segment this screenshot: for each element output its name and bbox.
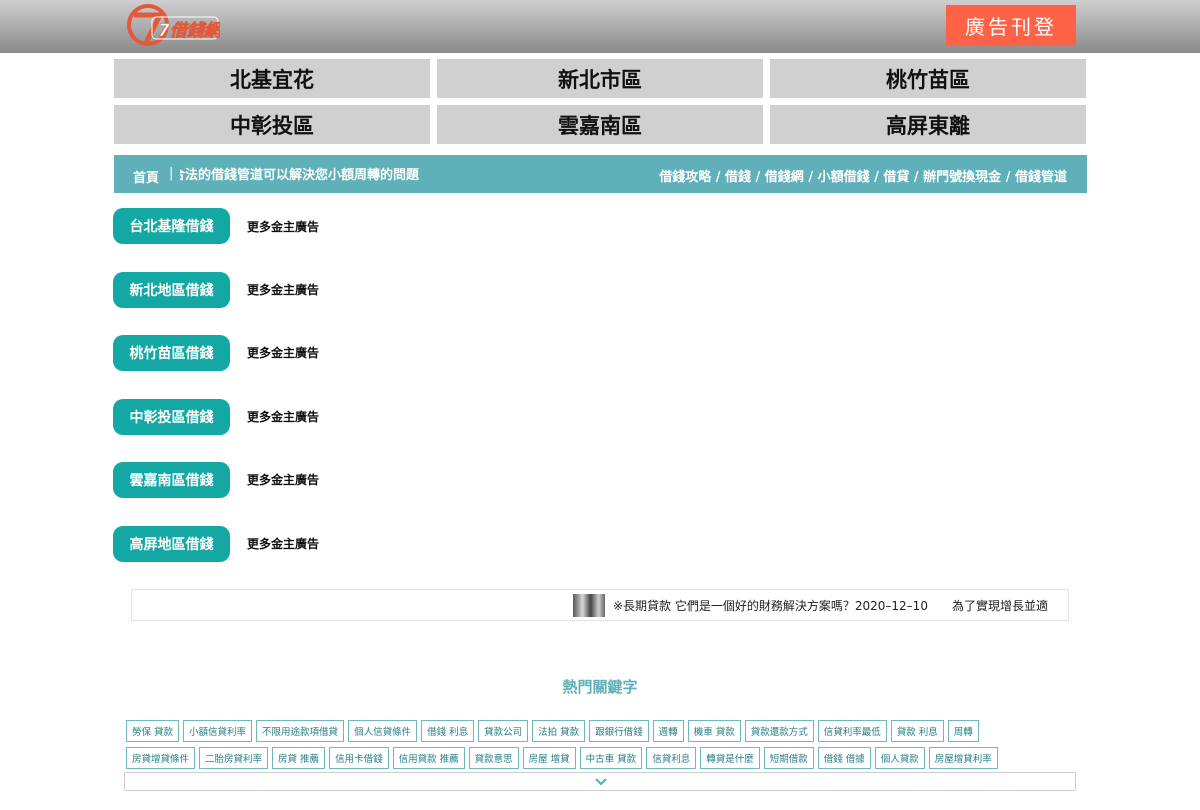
keyword-tag[interactable]: 房屋 增貸 <box>522 747 576 769</box>
keyword-tag[interactable]: 貸款 利息 <box>890 720 944 742</box>
more-ads-link[interactable]: 更多金主廣告 <box>247 471 319 488</box>
more-ads-link[interactable]: 更多金主廣告 <box>247 218 319 235</box>
region-tab-kaohsiung-pingtung-east[interactable]: 高屏東離 <box>770 105 1086 144</box>
keyword-tag[interactable]: 個人貸款 <box>874 747 925 769</box>
breadcrumb-nav-bar: 首頁 | 合法的借錢管道可以解決您小額周轉的問題 借錢攻略 / 借錢 / 借錢網… <box>114 155 1087 193</box>
marquee-text: 合法的借錢管道可以解決您小額周轉的問題 <box>180 168 420 183</box>
region-tab-taoyuan-hsinchu-miaoli[interactable]: 桃竹苗區 <box>770 59 1086 98</box>
top-header-bar: 7借錢網 廣告刊登 <box>0 0 1200 53</box>
category-button-taichung-changhua-nantou[interactable]: 中彰投區借錢 <box>113 399 230 435</box>
nav-separator: | <box>169 166 174 181</box>
keyword-breadcrumbs[interactable]: 借錢攻略 / 借錢 / 借錢網 / 小額借錢 / 借貸 / 辦門號換現金 / 借… <box>659 166 1067 185</box>
region-tab-north-keelung[interactable]: 北基宜花 <box>114 59 430 98</box>
more-ads-link[interactable]: 更多金主廣告 <box>247 344 319 361</box>
keyword-tag[interactable]: 貸款公司 <box>478 720 529 742</box>
keyword-row: 房貸增貸條件 二胎房貸利率 房貸 推薦 信用卡借錢 信用貸款 推薦 貸款意思 房屋 增貸 中古… <box>126 747 998 769</box>
keyword-tag[interactable]: 週轉 <box>652 720 684 742</box>
more-ads-link[interactable]: 更多金主廣告 <box>247 535 319 552</box>
home-link[interactable]: 首頁 <box>133 167 159 186</box>
keyword-tag[interactable]: 跟銀行借錢 <box>589 720 649 742</box>
keyword-tag[interactable]: 信貸利息 <box>646 747 697 769</box>
expand-keywords-button[interactable] <box>124 772 1076 791</box>
category-button-taoyuan-hsinchu-miaoli[interactable]: 桃竹苗區借錢 <box>113 335 230 371</box>
keyword-tag[interactable]: 機車 貸款 <box>687 720 741 742</box>
region-tab-yunlin-chiayi-tainan[interactable]: 雲嘉南區 <box>437 105 763 144</box>
more-ads-link[interactable]: 更多金主廣告 <box>247 408 319 425</box>
keyword-tag[interactable]: 個人信貸條件 <box>348 720 418 742</box>
keyword-tag[interactable]: 借錢 利息 <box>421 720 475 742</box>
category-button-taipei-keelung[interactable]: 台北基隆借錢 <box>113 208 230 244</box>
category-button-new-taipei[interactable]: 新北地區借錢 <box>113 272 230 308</box>
keyword-tag[interactable]: 轉貸是什麼 <box>700 747 760 769</box>
chevron-down-icon <box>595 778 607 786</box>
keyword-tag[interactable]: 房貸增貸條件 <box>126 747 196 769</box>
category-button-yunlin-chiayi-tainan[interactable]: 雲嘉南區借錢 <box>113 462 230 498</box>
keyword-tag[interactable]: 法拍 貸款 <box>532 720 586 742</box>
keyword-tag[interactable]: 短期借款 <box>763 747 814 769</box>
keyword-tag[interactable]: 貸款意思 <box>468 747 519 769</box>
region-tab-new-taipei[interactable]: 新北市區 <box>437 59 763 98</box>
article-thumbnail[interactable] <box>573 594 605 617</box>
keyword-tag[interactable]: 周轉 <box>947 720 979 742</box>
advertise-button[interactable]: 廣告刊登 <box>946 5 1076 46</box>
article-ticker: ※長期貸款 它們是一個好的財務解決方案嗎？2020–12–10 為了實現增長並適 <box>131 589 1069 621</box>
keyword-tag[interactable]: 借錢 借據 <box>817 747 871 769</box>
keyword-tag[interactable]: 房貸 推薦 <box>272 747 326 769</box>
news-marquee: 合法的借錢管道可以解決您小額周轉的問題 <box>180 164 440 183</box>
keyword-tag[interactable]: 小額信貸利率 <box>183 720 253 742</box>
keyword-tag[interactable]: 中古車 貸款 <box>579 747 643 769</box>
keyword-tag[interactable]: 信用卡借錢 <box>329 747 389 769</box>
keyword-tag[interactable]: 二胎房貸利率 <box>199 747 269 769</box>
keyword-tag[interactable]: 勞保 貸款 <box>126 720 180 742</box>
article-ticker-text[interactable]: ※長期貸款 它們是一個好的財務解決方案嗎？2020–12–10 為了實現增長並適 <box>613 597 1048 614</box>
hot-keywords-title: 熱門關鍵字 <box>562 678 638 696</box>
logo-text: 7借錢網 <box>158 21 220 41</box>
keyword-tag[interactable]: 房屋增貸利率 <box>928 747 998 769</box>
keyword-tag[interactable]: 信用貸款 推薦 <box>392 747 465 769</box>
keyword-tag[interactable]: 信貸利率最低 <box>817 720 887 742</box>
keyword-tag[interactable]: 貸款還款方式 <box>744 720 814 742</box>
category-button-kaohsiung-pingtung[interactable]: 高屏地區借錢 <box>113 526 230 562</box>
keyword-tag[interactable]: 不限用途款項借貸 <box>256 720 345 742</box>
keyword-row: 勞保 貸款 小額信貸利率 不限用途款項借貸 個人信貸條件 借錢 利息 貸款公司 法拍 貸款跟… <box>126 720 979 742</box>
region-tab-taichung-changhua-nantou[interactable]: 中彰投區 <box>114 105 430 144</box>
more-ads-link[interactable]: 更多金主廣告 <box>247 281 319 298</box>
site-logo[interactable]: 7借錢網 <box>124 3 224 47</box>
